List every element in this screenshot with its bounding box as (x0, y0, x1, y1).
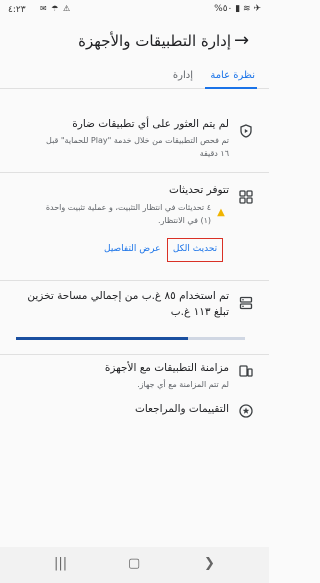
ratings-title[interactable]: التقييمات والمراجعات (135, 403, 229, 415)
divider (0, 280, 269, 281)
storage-progress-bar (16, 337, 245, 340)
devices-subtitle: لم تتم المزامنة مع أي جهاز. (137, 380, 229, 389)
view-details-button[interactable]: عرض التفاصيل (104, 244, 161, 254)
tab-manage[interactable]: إدارة (173, 70, 193, 81)
apps-grid-icon (239, 190, 253, 204)
divider (0, 172, 269, 173)
updates-subtitle-1: ٤ تحديثات في انتظار التثبيت، و عملية تثب… (45, 203, 211, 212)
app-bar: → إدارة التطبيقات والأجهزة (0, 22, 269, 64)
active-tab-indicator (205, 87, 257, 89)
updates-subtitle-2: (١) في الانتظار. (158, 216, 211, 225)
security-subtitle-2: ١٦ دقيقة (199, 149, 229, 158)
divider (0, 354, 269, 355)
update-all-button[interactable]: تحديث الكل (167, 238, 223, 262)
storage-line-1[interactable]: تم استخدام ٨٥ غ.ب من إجمالي مساحة تخزين (27, 290, 229, 302)
back-arrow-icon[interactable]: → (234, 30, 249, 51)
home-icon[interactable]: ▢ (128, 556, 140, 571)
devices-title[interactable]: مزامنة التطبيقات مع الأجهزة (105, 362, 229, 374)
back-nav-icon[interactable]: ❯ (204, 556, 215, 571)
updates-title[interactable]: تتوفر تحديثات (169, 184, 229, 196)
storage-line-2: تبلغ ١١٣ غ.ب (170, 306, 229, 318)
security-subtitle-1: تم فحص التطبيقات من خلال خدمة "Play للحم… (46, 136, 229, 145)
status-system-icons: %٥٠ ▮ ≋ ✈ (214, 4, 261, 14)
security-title[interactable]: لم يتم العثور على أي تطبيقات ضارة (72, 118, 229, 130)
storage-icon (239, 296, 253, 310)
warning-icon: ▲ (217, 207, 225, 218)
tab-overview[interactable]: نظرة عامة (210, 70, 255, 81)
status-notification-icons: ✉ ☂ ⚠ (40, 4, 72, 13)
status-bar: ٤:٢٣ ✉ ☂ ⚠ %٥٠ ▮ ≋ ✈ (0, 0, 269, 22)
devices-icon (239, 365, 253, 377)
shield-play-icon (240, 124, 252, 138)
page-title: إدارة التطبيقات والأجهزة (78, 32, 231, 50)
tab-bar: نظرة عامة إدارة (0, 64, 269, 89)
star-icon (239, 404, 253, 418)
system-nav-bar: ||| ▢ ❯ (0, 547, 269, 583)
storage-progress-fill (16, 337, 188, 340)
status-time: ٤:٢٣ (8, 5, 26, 15)
recent-apps-icon[interactable]: ||| (54, 556, 67, 571)
